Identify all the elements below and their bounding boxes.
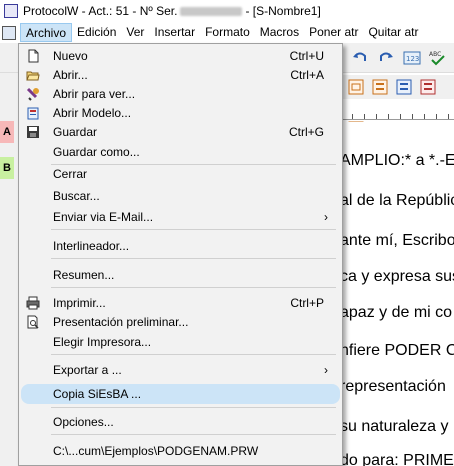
numbering-icon[interactable]: 123	[402, 48, 422, 68]
menu-formato[interactable]: Formato	[200, 23, 255, 42]
strip-cell-b[interactable]: B	[0, 157, 14, 179]
save-icon	[26, 125, 40, 139]
doc-line: apaz y de mi co	[340, 304, 453, 321]
spellcheck-icon[interactable]: ABC	[428, 48, 448, 68]
title-suffix: - [S-Nombre1]	[245, 4, 321, 18]
style-button-c-icon[interactable]	[394, 77, 414, 100]
doc-line: al de la Repúblic	[340, 192, 454, 209]
template-icon	[26, 106, 40, 120]
menu-separator	[51, 407, 336, 408]
menu-item-guardar-como[interactable]: Guardar como...	[21, 142, 340, 162]
style-button-d-icon[interactable]	[418, 77, 438, 100]
doc-line: do para: PRIME	[340, 452, 454, 466]
undo-icon[interactable]	[350, 48, 370, 68]
menu-item-copia-siesba[interactable]: Copia SiEsBA ...	[21, 384, 340, 404]
svg-text:ABC: ABC	[429, 51, 441, 58]
svg-text:123: 123	[406, 55, 419, 63]
app-icon	[4, 4, 18, 18]
menu-insertar[interactable]: Insertar	[149, 23, 200, 42]
menu-ver[interactable]: Ver	[121, 23, 149, 42]
menu-separator	[51, 434, 336, 435]
file-menu: Nuevo Ctrl+U Abrir... Ctrl+A Abrir para …	[18, 43, 343, 466]
menu-item-abrir[interactable]: Abrir... Ctrl+A	[21, 65, 340, 85]
doc-line: nfiere PODER C	[340, 342, 454, 359]
title-bar: ProtocolW - Act.: 51 - Nº Ser. - [S-Nombr…	[0, 0, 454, 22]
submenu-arrow-icon: ›	[324, 363, 328, 377]
menu-item-interlineador[interactable]: Interlineador...	[21, 236, 340, 256]
strip-cell-a[interactable]: A	[0, 121, 14, 143]
menu-separator	[51, 287, 336, 288]
menu-edicion[interactable]: Edición	[72, 23, 121, 42]
submenu-arrow-icon: ›	[324, 210, 328, 224]
new-document-icon	[26, 49, 40, 63]
menu-item-exportar[interactable]: Exportar a ... ›	[21, 360, 340, 380]
app-window: ProtocolW - Act.: 51 - Nº Ser. - [S-Nombr…	[0, 0, 454, 466]
menu-separator	[51, 354, 336, 355]
menu-item-cerrar[interactable]: Cerrar	[21, 164, 340, 184]
doc-line: ca y expresa sus	[340, 268, 454, 285]
printer-icon	[26, 296, 40, 310]
menu-macros[interactable]: Macros	[255, 23, 304, 42]
doc-line: representación	[340, 378, 446, 395]
view-icon	[26, 87, 40, 101]
menu-item-abrir-para-ver[interactable]: Abrir para ver...	[21, 84, 340, 104]
menu-item-presentacion-preliminar[interactable]: Presentación preliminar...	[21, 312, 340, 332]
window-title: ProtocolW - Act.: 51 - Nº Ser. - [S-Nombr…	[23, 4, 321, 18]
menu-separator	[51, 229, 336, 230]
menu-poner-atr[interactable]: Poner atr	[304, 23, 363, 42]
redacted-serial	[180, 7, 243, 17]
menu-item-buscar[interactable]: Buscar...	[21, 186, 340, 206]
style-button-b-icon[interactable]	[370, 77, 390, 100]
title-prefix: ProtocolW - Act.: 51 - Nº Ser.	[23, 4, 178, 18]
menu-item-abrir-modelo[interactable]: Abrir Modelo...	[21, 103, 340, 123]
menu-bar: Archivo Edición Ver Insertar Formato Mac…	[0, 22, 454, 43]
menu-separator	[51, 258, 336, 259]
open-folder-icon	[26, 68, 40, 82]
style-buttons-row	[340, 75, 454, 99]
doc-line: AMPLIO:* a *.-E	[340, 152, 454, 169]
doc-line: ante mí, Escribo	[340, 232, 454, 249]
menu-item-opciones[interactable]: Opciones...	[21, 412, 340, 432]
ruler	[340, 100, 454, 120]
menu-archivo[interactable]: Archivo	[20, 23, 73, 42]
menu-item-imprimir[interactable]: Imprimir... Ctrl+P	[21, 293, 340, 313]
menu-item-enviar-email[interactable]: Enviar via E-Mail... ›	[21, 207, 340, 227]
menu-item-resumen[interactable]: Resumen...	[21, 265, 340, 285]
menu-quitar-atr[interactable]: Quitar atr	[363, 23, 423, 42]
style-button-a-icon[interactable]	[346, 77, 366, 100]
menu-item-nuevo[interactable]: Nuevo Ctrl+U	[21, 46, 340, 66]
menu-item-recent-file[interactable]: C:\...cum\Ejemplos\PODGENAM.PRW	[21, 441, 340, 461]
redo-icon[interactable]	[376, 48, 396, 68]
menu-item-guardar[interactable]: Guardar Ctrl+G	[21, 122, 340, 142]
document-menu-icon[interactable]	[2, 25, 16, 40]
menu-item-elegir-impresora[interactable]: Elegir Impresora...	[21, 332, 340, 352]
document-area[interactable]: AMPLIO:* a *.-E al de la Repúblic ante m…	[340, 122, 454, 466]
print-preview-icon	[26, 315, 40, 329]
doc-line: su naturaleza y l	[340, 418, 454, 435]
